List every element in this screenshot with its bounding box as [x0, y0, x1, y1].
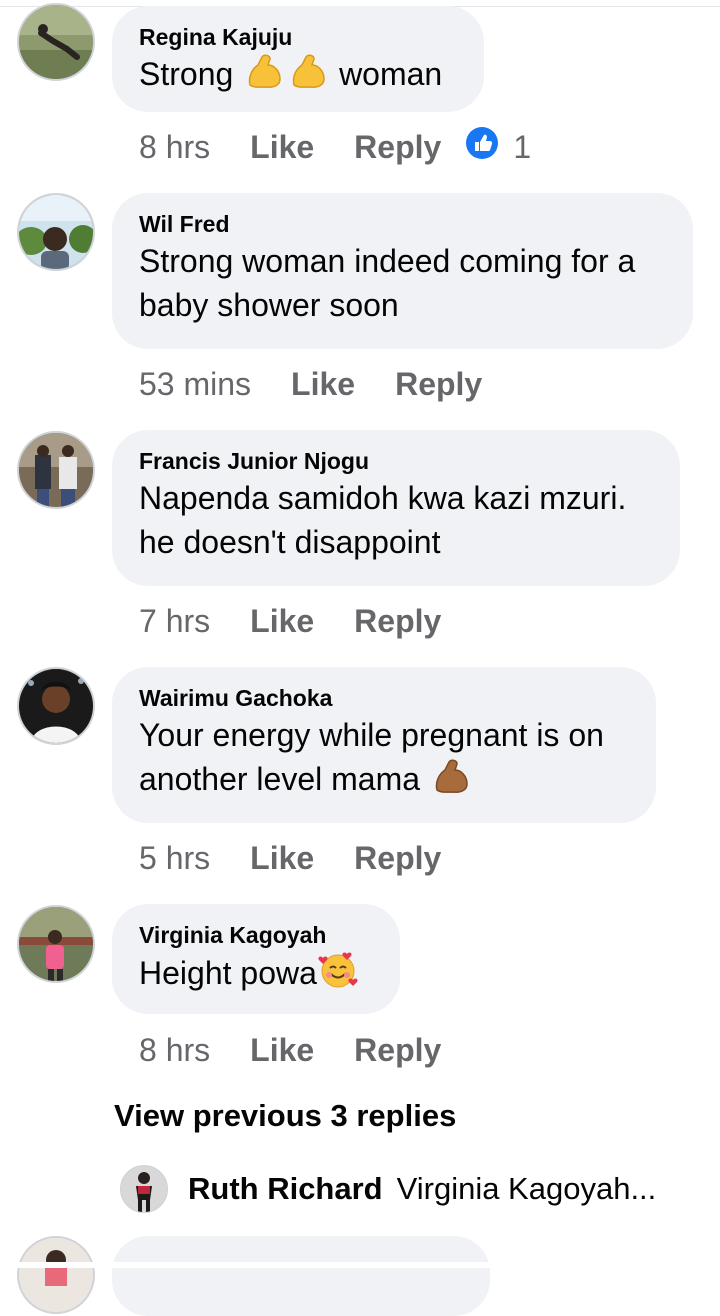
avatar[interactable] — [120, 1165, 168, 1213]
flexed-biceps-icon — [431, 758, 471, 807]
smiling-face-with-hearts-icon — [317, 950, 359, 1001]
flexed-biceps-icon — [288, 53, 328, 102]
reply-author[interactable]: Ruth Richard — [188, 1171, 383, 1207]
comment-text-line: he doesn't disappoint — [139, 524, 441, 560]
reply-text: Virginia Kagoyah... — [396, 1171, 657, 1206]
comment-text-part: another level mama — [139, 761, 429, 797]
comment-bubble: Wairimu Gachoka Your energy while pregna… — [112, 667, 656, 823]
reaction-summary[interactable]: 1 — [465, 126, 531, 168]
reply-preview[interactable]: Ruth Richard Virginia Kagoyah... — [120, 1163, 656, 1215]
comment-text-line: Napenda samidoh kwa kazi mzuri. — [139, 480, 627, 516]
view-previous-replies-link[interactable]: View previous 3 replies — [114, 1098, 456, 1134]
comment-actions: 7 hrs Like Reply — [139, 599, 441, 643]
comment-actions: 5 hrs Like Reply — [139, 836, 441, 880]
avatar[interactable] — [17, 431, 95, 509]
comment-author[interactable]: Virginia Kagoyah — [139, 920, 372, 950]
comment-author[interactable]: Wairimu Gachoka — [139, 683, 628, 713]
bottom-edge — [0, 1262, 720, 1268]
comment-actions: 8 hrs Like Reply — [139, 1028, 441, 1072]
comment-text-part: woman — [330, 56, 443, 92]
avatar[interactable] — [17, 1236, 95, 1314]
avatar[interactable] — [17, 3, 95, 81]
comment-text-part: Height powa — [139, 955, 317, 991]
flexed-biceps-icon — [244, 53, 284, 102]
comment-bubble: Virginia Kagoyah Height powa — [112, 904, 400, 1014]
like-button[interactable]: Like — [250, 603, 314, 640]
comment-bubble: Francis Junior Njogu Napenda samidoh kwa… — [112, 430, 680, 586]
comment-time[interactable]: 7 hrs — [139, 603, 210, 640]
reply-button[interactable]: Reply — [354, 1032, 441, 1069]
comment-text-line: Your energy while pregnant is on — [139, 717, 604, 753]
comment-text-line: another level mama — [139, 757, 628, 807]
comment-bubble: Wil Fred Strong woman indeed coming for … — [112, 193, 693, 349]
comment-bubble: Regina Kajuju Strong woman — [112, 6, 484, 112]
avatar[interactable] — [17, 905, 95, 983]
comment-text: Strong woman — [139, 52, 456, 102]
reply-button[interactable]: Reply — [354, 840, 441, 877]
like-button[interactable]: Like — [250, 129, 314, 166]
comment-time[interactable]: 8 hrs — [139, 129, 210, 166]
comment-text: Height powa — [139, 950, 372, 1001]
thumbs-up-icon — [465, 126, 499, 168]
reaction-count: 1 — [513, 128, 532, 165]
comment-text-part: Strong — [139, 56, 243, 92]
like-button[interactable]: Like — [250, 840, 314, 877]
comment-author[interactable]: Regina Kajuju — [139, 22, 456, 52]
avatar[interactable] — [17, 667, 95, 745]
comment-text-line: baby shower soon — [139, 287, 399, 323]
comment-author[interactable]: Wil Fred — [139, 209, 665, 239]
like-button[interactable]: Like — [291, 366, 355, 403]
comment-actions: 53 mins Like Reply — [139, 362, 482, 406]
avatar[interactable] — [17, 193, 95, 271]
reply-button[interactable]: Reply — [354, 129, 441, 166]
comment-time[interactable]: 8 hrs — [139, 1032, 210, 1069]
comment-bubble — [112, 1236, 490, 1316]
comment-author[interactable]: Francis Junior Njogu — [139, 446, 652, 476]
comment-time[interactable]: 53 mins — [139, 366, 251, 403]
comment-time[interactable]: 5 hrs — [139, 840, 210, 877]
like-button[interactable]: Like — [250, 1032, 314, 1069]
comment-actions: 8 hrs Like Reply 1 — [139, 125, 531, 169]
reply-button[interactable]: Reply — [395, 366, 482, 403]
comment-text-line: Strong woman indeed coming for a — [139, 243, 636, 279]
reply-button[interactable]: Reply — [354, 603, 441, 640]
